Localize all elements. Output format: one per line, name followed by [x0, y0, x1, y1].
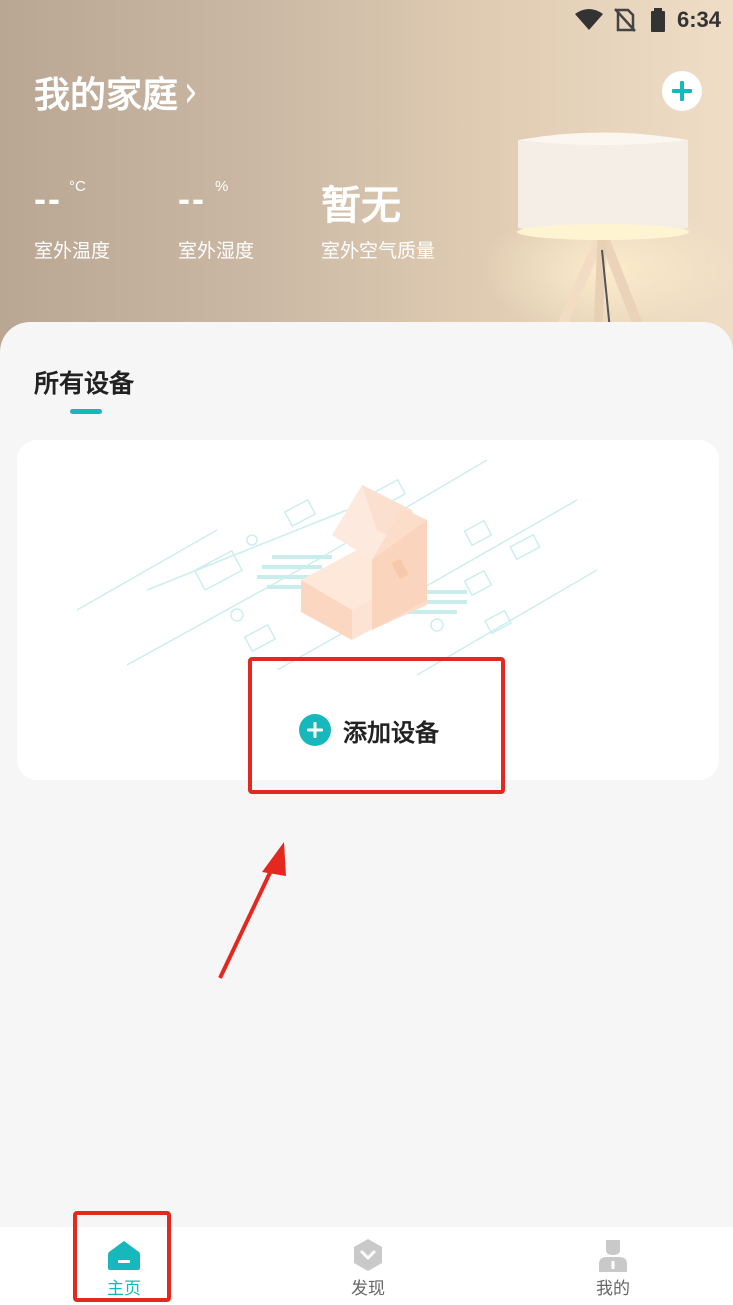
outdoor-temperature: -- °C 室外温度 [34, 178, 110, 262]
tab-discover-label: 发现 [351, 1279, 385, 1299]
outdoor-humidity: -- % 室外湿度 [178, 178, 254, 262]
humidity-label: 室外湿度 [178, 240, 255, 262]
section-title[interactable]: 所有设备 [34, 364, 134, 400]
home-name: 我的家庭 [34, 75, 179, 116]
discover-icon [350, 1237, 386, 1273]
profile-icon [595, 1237, 631, 1273]
highlight-box-add-device [248, 657, 505, 794]
header-banner: 6:34 我的家庭 › -- °C 室外温度 -- % 室外湿度 暂无 室外空气… [0, 0, 733, 360]
status-time: 6:34 [676, 7, 721, 32]
temperature-unit: °C [69, 178, 86, 195]
add-button[interactable] [662, 71, 702, 111]
chevron-right-icon: › [184, 66, 198, 118]
air-quality-label: 室外空气质量 [321, 240, 436, 262]
temperature-label: 室外温度 [34, 240, 111, 262]
wifi-icon [575, 9, 603, 30]
tab-profile-label: 我的 [596, 1279, 630, 1299]
plus-icon [672, 81, 692, 101]
outdoor-air-quality: 暂无 室外空气质量 [321, 178, 435, 262]
tab-profile[interactable]: 我的 [543, 1227, 683, 1305]
battery-icon [651, 8, 665, 32]
temperature-value: -- [34, 178, 62, 219]
highlight-box-home-tab [73, 1211, 171, 1302]
tab-discover[interactable]: 发现 [298, 1227, 438, 1305]
humidity-value: -- [178, 178, 206, 219]
humidity-unit: % [215, 178, 229, 195]
no-sim-icon [614, 8, 636, 32]
status-bar: 6:34 [0, 0, 733, 40]
home-selector[interactable]: 我的家庭 › [34, 66, 198, 118]
air-quality-value: 暂无 [321, 183, 401, 229]
section-tab-indicator [70, 409, 102, 414]
